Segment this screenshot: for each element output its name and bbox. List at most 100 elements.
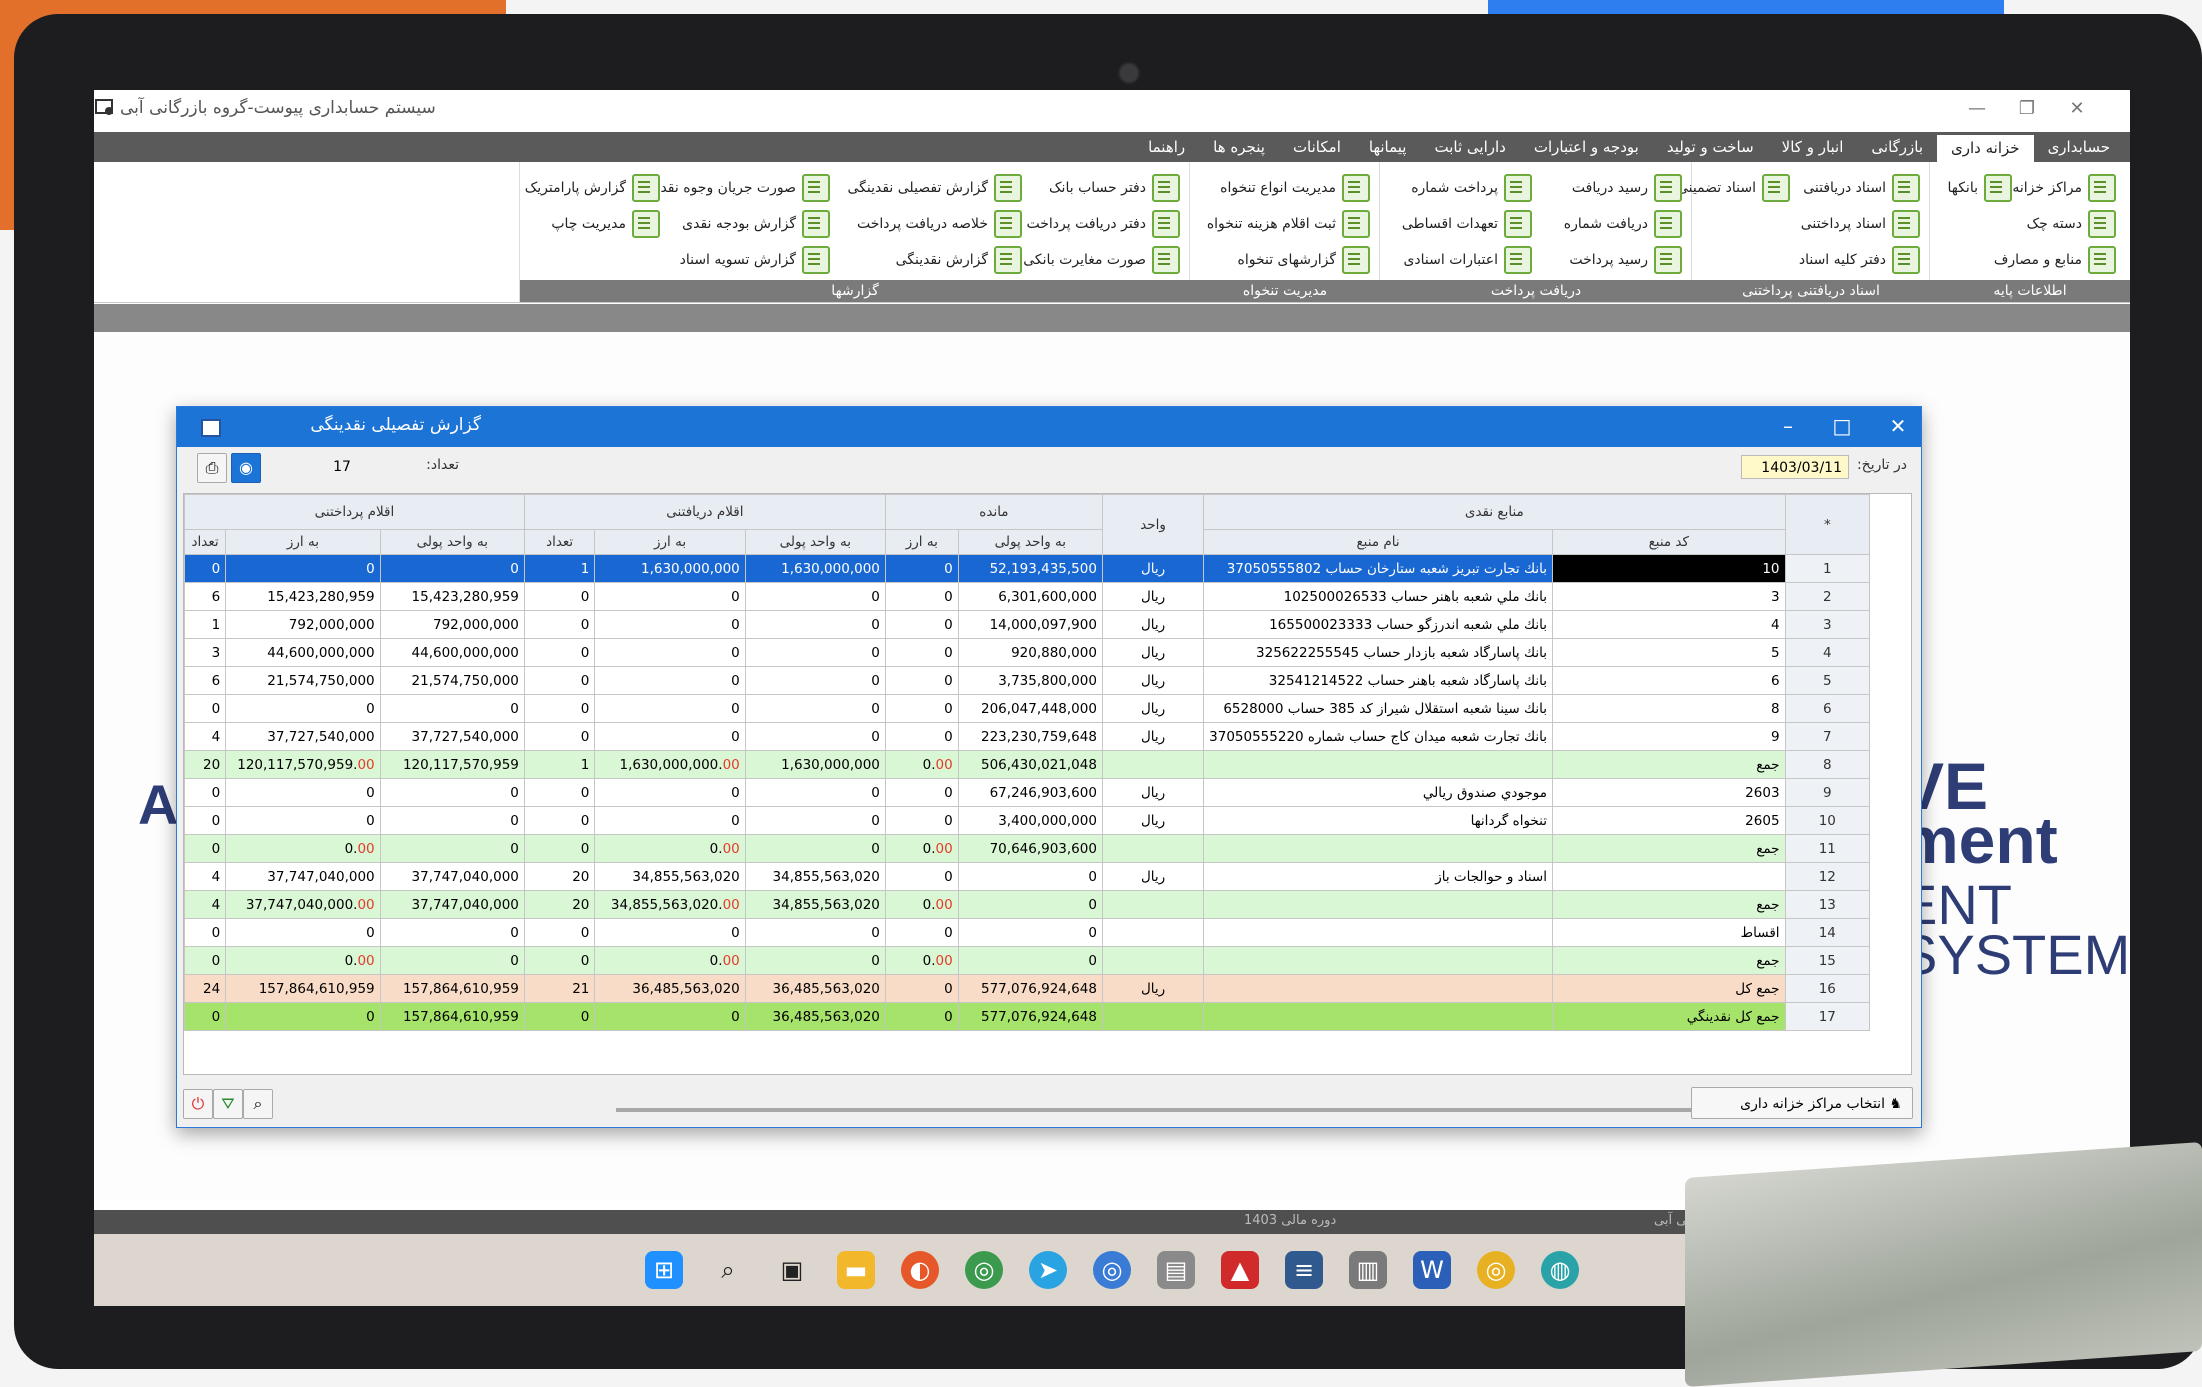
print-icon[interactable]: ⎙ bbox=[197, 453, 227, 483]
ribbon-cash-budget-report[interactable]: گزارش بودجه نقدی bbox=[682, 210, 830, 238]
table-row[interactable]: 0 0.00 0 0 0.00 0 0.00 0 جمع 15 bbox=[183, 946, 1911, 975]
dialog-close-button[interactable]: ✕ bbox=[1877, 411, 1919, 441]
header-source-name[interactable]: نام منبع bbox=[1203, 529, 1553, 555]
ribbon-receivable-docs[interactable]: اسناد دریافتنی bbox=[1803, 174, 1920, 202]
chrome-icon[interactable]: ◎ bbox=[965, 1251, 1003, 1289]
ribbon-receipt[interactable]: رسید دریافت bbox=[1572, 174, 1682, 202]
ribbon-print-management[interactable]: مدیریت چاپ bbox=[551, 210, 660, 238]
app-a-icon[interactable]: ▤ bbox=[1157, 1251, 1195, 1289]
ribbon-petty-cash-reports[interactable]: گزارشهای تنخواه bbox=[1237, 246, 1370, 274]
menu-commerce[interactable]: بازرگانی bbox=[1857, 132, 1937, 162]
header-pay-count[interactable]: تعداد bbox=[183, 529, 227, 555]
ribbon-payment-number[interactable]: پرداخت شماره bbox=[1411, 174, 1532, 202]
dialog-minimize-button[interactable]: – bbox=[1767, 411, 1809, 441]
ribbon-treasury-centers[interactable]: مراکز خزانه bbox=[2012, 174, 2116, 202]
table-row[interactable]: 4 37,747,040,000 37,747,040,000 20 34,855,56… bbox=[183, 862, 1911, 891]
app-b-icon[interactable]: ≡ bbox=[1285, 1251, 1323, 1289]
menu-budget[interactable]: بودجه و اعتبارات bbox=[1520, 132, 1653, 162]
header-bal-unit[interactable]: به واحد پولی bbox=[957, 529, 1103, 555]
menu-windows[interactable]: پنجره ها bbox=[1199, 132, 1279, 162]
maximize-window-button[interactable]: ❐ bbox=[2004, 94, 2050, 124]
ribbon-receipt-payment-ledger[interactable]: دفتر دریافت پرداخت bbox=[1026, 210, 1180, 238]
ribbon-all-docs-ledger[interactable]: دفتر کلیه اسناد bbox=[1799, 246, 1920, 274]
table-row[interactable]: 0 0 157,864,610,959 0 0 36,485,563,020 0 577,07… bbox=[183, 1002, 1911, 1031]
ribbon-cash-flow[interactable]: صورت جریان وجوه نقد bbox=[660, 174, 830, 202]
date-input[interactable]: 1403/03/11 bbox=[1741, 455, 1849, 479]
ribbon-banks[interactable]: بانکها bbox=[1947, 174, 2012, 202]
task-view-icon[interactable]: ▣ bbox=[773, 1251, 811, 1289]
table-row[interactable]: 0 0.00 0 0 0.00 0 0.00 70,646,903,600 جمع 11 bbox=[183, 834, 1911, 863]
ribbon-liquidity-report[interactable]: گزارش نقدینگی bbox=[896, 246, 1022, 274]
table-row[interactable]: 0 0 0 1 1,630,000,000 1,630,000,000 0 52,193,43… bbox=[183, 554, 1911, 583]
ribbon-checkbooks[interactable]: دسته چک bbox=[2027, 210, 2116, 238]
header-rec-unit[interactable]: به واحد پولی bbox=[744, 529, 886, 555]
accounting-app-icon[interactable]: ▥ bbox=[1349, 1251, 1387, 1289]
table-row[interactable]: 0 0 0 0 0 0 0 0 اقساط 14 bbox=[183, 918, 1911, 947]
table-row[interactable]: 6 15,423,280,959 15,423,280,959 0 0 0 0 6,301,6… bbox=[183, 582, 1911, 611]
table-row[interactable]: 0 0 0 0 0 0 0 3,400,000,000 ریال تنخواه گردانها 26… bbox=[183, 806, 1911, 835]
menu-help[interactable]: راهنما bbox=[1134, 132, 1199, 162]
table-row[interactable]: 4 37,747,040,000.00 37,747,040,000 20 34,855… bbox=[183, 890, 1911, 919]
ribbon-group-pay-label: دریافت پرداخت bbox=[1380, 280, 1692, 302]
ribbon-parametric-report[interactable]: گزارش پارامتریک bbox=[525, 174, 660, 202]
ribbon-receive-number[interactable]: دریافت شماره bbox=[1564, 210, 1682, 238]
search-taskbar-icon[interactable]: ⌕ bbox=[709, 1251, 747, 1289]
ribbon-settlement-report[interactable]: گزارش تسویه اسناد bbox=[680, 246, 830, 274]
ribbon-petty-cash-expenses[interactable]: ثبت اقلام هزینه تنخواه bbox=[1207, 210, 1370, 238]
ribbon-receipt-payment-summary[interactable]: خلاصه دریافت پرداخت bbox=[857, 210, 1022, 238]
menu-tools[interactable]: امکانات bbox=[1279, 132, 1355, 162]
select-treasury-centers-button[interactable]: ♞ انتخاب مراکز خزانه داری bbox=[1691, 1087, 1913, 1119]
table-row[interactable]: 24 157,864,610,959 157,864,610,959 21 36,485… bbox=[183, 974, 1911, 1003]
ribbon-payable-docs[interactable]: اسناد پرداختنی bbox=[1801, 210, 1920, 238]
chrome-dev-icon[interactable]: ◎ bbox=[1093, 1251, 1131, 1289]
table-row[interactable]: 20 120,117,570,959.00 120,117,570,959 1 1,63… bbox=[183, 750, 1911, 779]
menu-fixed-assets[interactable]: دارایی ثابت bbox=[1420, 132, 1519, 162]
table-row[interactable]: 0 0 0 0 0 0 0 67,246,903,600 ریال موجودي صندوق ري… bbox=[183, 778, 1911, 807]
firefox-icon[interactable]: ◐ bbox=[901, 1251, 939, 1289]
chrome-canary-icon[interactable]: ◎ bbox=[1477, 1251, 1515, 1289]
menu-accounting[interactable]: حسابداری bbox=[2034, 132, 2124, 162]
telegram-icon[interactable]: ➤ bbox=[1029, 1251, 1067, 1289]
menu-inventory[interactable]: انبار و کالا bbox=[1768, 132, 1858, 162]
cell-pay-count-value: 4 bbox=[211, 868, 221, 885]
table-row[interactable]: 4 37,727,540,000 37,727,540,000 0 0 0 0 223,230… bbox=[183, 722, 1911, 751]
header-rec-count[interactable]: تعداد bbox=[523, 529, 596, 555]
table-row[interactable]: 3 44,600,000,000 44,600,000,000 0 0 0 0 920,880… bbox=[183, 638, 1911, 667]
ribbon-guarantee-docs[interactable]: اسناد تضمینی bbox=[1677, 174, 1790, 202]
menu-contracts[interactable]: پیمانها bbox=[1355, 132, 1421, 162]
close-window-button[interactable]: ✕ bbox=[2054, 94, 2100, 124]
menu-treasury[interactable]: خزانه داری bbox=[1937, 135, 2034, 162]
power-icon[interactable]: ⏻ bbox=[183, 1089, 213, 1119]
header-pay-fx[interactable]: به ارز bbox=[225, 529, 381, 555]
cell-pay-unit-value: 0 bbox=[510, 840, 519, 857]
ribbon-bank-ledger[interactable]: دفتر حساب بانک bbox=[1049, 174, 1180, 202]
ribbon-sources-uses[interactable]: منابع و مصارف bbox=[1994, 246, 2116, 274]
header-source-code[interactable]: کد منبع bbox=[1551, 529, 1786, 555]
table-row[interactable]: 0 0 0 0 0 0 0 206,047,448,000 ریال بانك سينا شعبه… bbox=[183, 694, 1911, 723]
ribbon-letters-of-credit[interactable]: اعتبارات اسنادی bbox=[1403, 246, 1532, 274]
minimize-window-button[interactable]: — bbox=[1954, 94, 2000, 124]
table-row[interactable]: 6 21,574,750,000 21,574,750,000 0 0 0 0 3,735,8… bbox=[183, 666, 1911, 695]
dialog-title-bar: ✕ □ – گزارش تفصیلی نقدینگی bbox=[177, 407, 1921, 447]
menu-production[interactable]: ساخت و تولید bbox=[1653, 132, 1768, 162]
ribbon-liquidity-detail-report[interactable]: گزارش تفصیلی نقدینگی bbox=[847, 174, 1022, 202]
word-icon[interactable]: W bbox=[1413, 1251, 1451, 1289]
cell-bal-unit-value: 223,230,759,648 bbox=[981, 728, 1097, 745]
filter-icon[interactable]: ⛛ bbox=[213, 1089, 243, 1119]
header-rec-fx[interactable]: به ارز bbox=[594, 529, 746, 555]
ribbon-payment-receipt[interactable]: رسید پرداخت bbox=[1569, 246, 1682, 274]
ribbon-bank-reconciliation[interactable]: صورت مغایرت بانکی bbox=[1023, 246, 1180, 274]
browser-extra-icon[interactable]: ◍ bbox=[1541, 1251, 1579, 1289]
ribbon-installments[interactable]: تعهدات اقساطی bbox=[1402, 210, 1532, 238]
header-pay-unit[interactable]: به واحد پولی bbox=[379, 529, 525, 555]
file-explorer-icon[interactable]: ▬ bbox=[837, 1251, 875, 1289]
globe-icon[interactable]: ◉ bbox=[231, 453, 261, 483]
table-row[interactable]: 1 792,000,000 792,000,000 0 0 0 0 14,000,097,90… bbox=[183, 610, 1911, 639]
ribbon-petty-cash-types[interactable]: مدیریت انواع تنخواه bbox=[1220, 174, 1370, 202]
search-icon[interactable]: ⌕ bbox=[243, 1089, 273, 1119]
windows-start-icon[interactable]: ⊞ bbox=[645, 1251, 683, 1289]
acrobat-icon[interactable]: ▲ bbox=[1221, 1251, 1259, 1289]
header-bal-fx[interactable]: به ارز bbox=[884, 529, 959, 555]
dialog-maximize-button[interactable]: □ bbox=[1821, 411, 1863, 441]
cell-pay-unit: 0 bbox=[379, 694, 525, 723]
